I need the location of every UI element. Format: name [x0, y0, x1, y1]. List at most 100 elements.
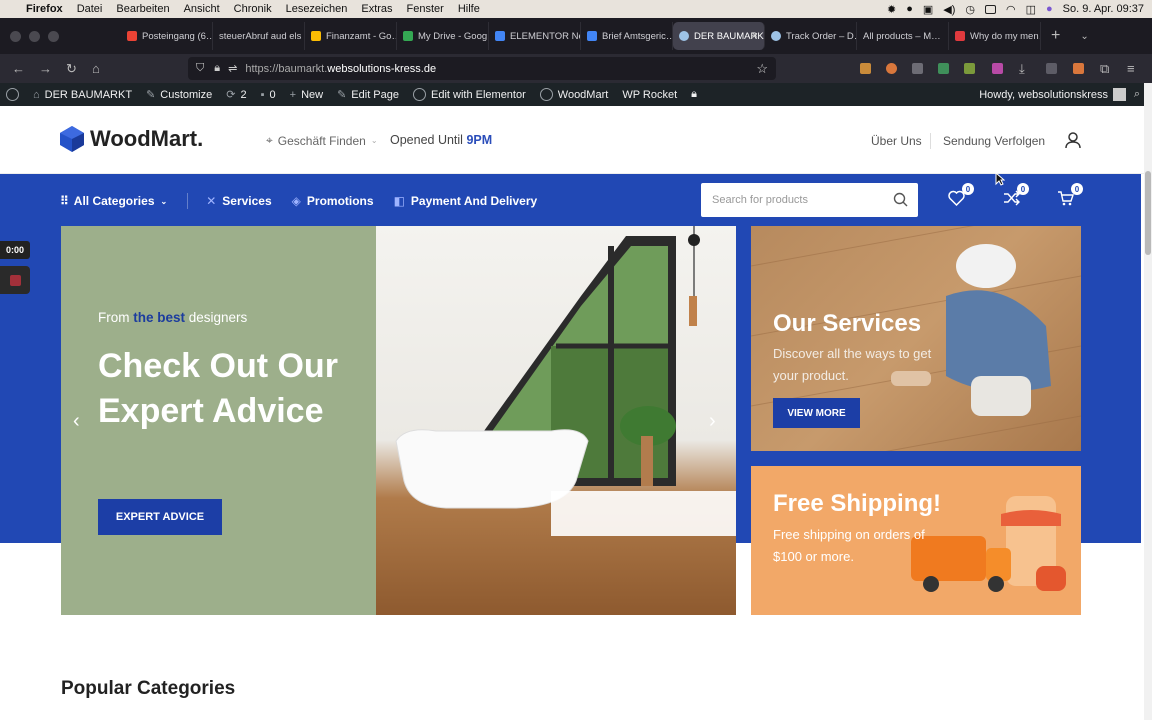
tab-track-order[interactable]: Track Order – D…: [765, 22, 857, 50]
all-categories-menu[interactable]: ⠿ All Categories ⌄: [60, 194, 167, 208]
wifi-icon[interactable]: ◠: [1006, 3, 1016, 16]
tab-my-drive[interactable]: My Drive - Goog…: [397, 22, 489, 50]
wp-logo-icon[interactable]: [6, 88, 19, 101]
new-tab-button[interactable]: +: [1051, 27, 1060, 45]
extension-icon[interactable]: [1073, 63, 1084, 74]
tab-elementor[interactable]: ELEMENTOR Ne…: [489, 22, 581, 50]
extensions-puzzle-icon[interactable]: ⧉: [1100, 62, 1109, 75]
browser-toolbar: ← → ↻ ⌂ ⛉ 🔒︎ ⇌ https://baumarkt. websolut…: [0, 54, 1152, 83]
status-app-icon[interactable]: ●: [906, 3, 913, 15]
user-account-icon[interactable]: [1065, 132, 1081, 148]
downloads-icon[interactable]: ⤓: [1019, 62, 1025, 75]
reload-icon[interactable]: ↻: [66, 62, 77, 75]
hamburger-menu-icon[interactable]: ≡: [1127, 62, 1135, 75]
menu-chronik[interactable]: Chronik: [234, 3, 272, 15]
menu-app-name[interactable]: Firefox: [26, 3, 63, 15]
cart-icon[interactable]: 0: [1057, 183, 1083, 206]
wp-howdy[interactable]: Howdy, websolutionskress: [979, 88, 1126, 101]
permissions-icon[interactable]: ⇌: [228, 62, 237, 75]
url-bar[interactable]: ⛉ 🔒︎ ⇌ https://baumarkt. websolutions-kre…: [188, 57, 776, 80]
minimize-window-button[interactable]: [29, 30, 40, 42]
slider-prev-arrow-icon[interactable]: ‹: [73, 410, 80, 433]
back-icon[interactable]: ←: [12, 62, 25, 75]
page-scrollbar[interactable]: [1144, 83, 1152, 720]
menu-hilfe[interactable]: Hilfe: [458, 3, 480, 15]
services-promo-card[interactable]: Our Services Discover all the ways to ge…: [751, 226, 1081, 451]
find-store-link[interactable]: ⌖ Geschäft Finden ⌄: [266, 133, 378, 148]
status-gear-icon[interactable]: ✹: [887, 3, 896, 16]
status-display-icon[interactable]: ▣: [923, 3, 933, 16]
time-machine-icon[interactable]: ◷: [965, 3, 975, 16]
scrollbar-thumb[interactable]: [1145, 171, 1151, 255]
tracking-link[interactable]: Sendung Verfolgen: [943, 134, 1045, 148]
compare-icon[interactable]: 0: [1003, 183, 1029, 206]
tab-all-products[interactable]: All products – M…: [857, 22, 949, 50]
gmail-icon: [127, 31, 137, 41]
browser-tab-bar: Posteingang (6… steuerAbruf aud els Fina…: [0, 18, 1152, 54]
tab-der-baumarkt[interactable]: DER BAUMARK…×: [673, 22, 765, 50]
volume-icon[interactable]: ◀︎): [943, 3, 955, 16]
home-icon[interactable]: ⌂: [92, 62, 100, 75]
wp-updates[interactable]: ⟳ 2: [226, 88, 246, 102]
url-scheme: https://baumarkt.: [245, 62, 328, 75]
tab-list-chevron-icon[interactable]: ⌄: [1080, 31, 1088, 42]
control-center-icon[interactable]: ◫: [1026, 3, 1036, 16]
extension-icon[interactable]: [886, 63, 897, 74]
nav-services[interactable]: ✕ Services: [206, 194, 271, 208]
menu-lesezeichen[interactable]: Lesezeichen: [286, 3, 348, 15]
extension-icon[interactable]: [992, 63, 1003, 74]
wp-edit-page[interactable]: ✎ Edit Page: [337, 88, 399, 102]
tab-steuerabruf[interactable]: steuerAbruf aud els: [213, 22, 305, 50]
menu-datei[interactable]: Datei: [77, 3, 103, 15]
zoom-window-button[interactable]: [48, 30, 59, 42]
menu-bearbeiten[interactable]: Bearbeiten: [116, 3, 169, 15]
wp-edit-elementor[interactable]: Edit with Elementor: [413, 88, 526, 101]
menu-clock[interactable]: So. 9. Apr. 09:37: [1063, 3, 1144, 15]
forward-icon[interactable]: →: [39, 62, 52, 75]
mouse-cursor-icon: [995, 172, 1005, 186]
extension-icon[interactable]: [1046, 63, 1057, 74]
extension-icon[interactable]: [938, 63, 949, 74]
menu-ansicht[interactable]: Ansicht: [184, 3, 220, 15]
tab-why-do[interactable]: Why do my men…: [949, 22, 1041, 50]
services-description: Discover all the ways to get your produc…: [773, 346, 932, 383]
search-icon[interactable]: [893, 192, 908, 207]
close-window-button[interactable]: [10, 30, 21, 42]
extension-icon[interactable]: [964, 63, 975, 74]
tab-finanzamt[interactable]: Finanzamt - Go…: [305, 22, 397, 50]
wp-search-icon[interactable]: ⌕: [1134, 88, 1140, 101]
nav-promotions[interactable]: ◈ Promotions: [292, 194, 374, 208]
wp-customize[interactable]: ✎ Customize: [146, 88, 212, 102]
shield-icon[interactable]: ⛉: [196, 62, 204, 75]
siri-icon[interactable]: ●: [1046, 3, 1053, 15]
stop-recording-button[interactable]: [0, 266, 30, 294]
nav-payment-delivery[interactable]: ◧ Payment And Delivery: [394, 194, 538, 208]
shipping-promo-card[interactable]: Free Shipping! Free shipping on orders o…: [751, 466, 1081, 615]
slider-next-arrow-icon[interactable]: ›: [709, 410, 716, 433]
bookmark-star-icon[interactable]: ☆: [756, 61, 768, 77]
tab-posteingang[interactable]: Posteingang (6…: [121, 22, 213, 50]
site-logo[interactable]: WoodMart.: [60, 126, 203, 152]
wp-site-name[interactable]: ⌂ DER BAUMARKT: [33, 89, 132, 101]
view-more-button[interactable]: VIEW MORE: [773, 398, 860, 428]
wishlist-icon[interactable]: 0: [948, 183, 974, 206]
close-tab-icon[interactable]: ×: [752, 30, 758, 42]
extension-icon[interactable]: [912, 63, 923, 74]
update-icon: ⟳: [226, 89, 236, 101]
menu-fenster[interactable]: Fenster: [407, 3, 444, 15]
battery-icon[interactable]: [984, 4, 996, 14]
menu-extras[interactable]: Extras: [361, 3, 392, 15]
wp-comments[interactable]: ▪ 0: [261, 89, 276, 101]
expert-advice-button[interactable]: EXPERT ADVICE: [98, 499, 222, 535]
nav-divider: [187, 193, 189, 209]
tab-brief[interactable]: Brief Amtsgeric…: [581, 22, 673, 50]
about-link[interactable]: Über Uns: [871, 134, 922, 148]
brush-icon: ✎: [146, 89, 156, 101]
lock-icon[interactable]: 🔒︎: [214, 62, 220, 75]
wp-new[interactable]: + New: [290, 89, 323, 101]
product-search-input[interactable]: Search for products: [701, 183, 918, 217]
extension-icon[interactable]: [860, 63, 871, 74]
lock-icon[interactable]: 🔒︎: [691, 88, 697, 101]
wp-woodmart[interactable]: WoodMart: [539, 88, 608, 101]
wp-rocket[interactable]: WP Rocket: [622, 89, 677, 101]
